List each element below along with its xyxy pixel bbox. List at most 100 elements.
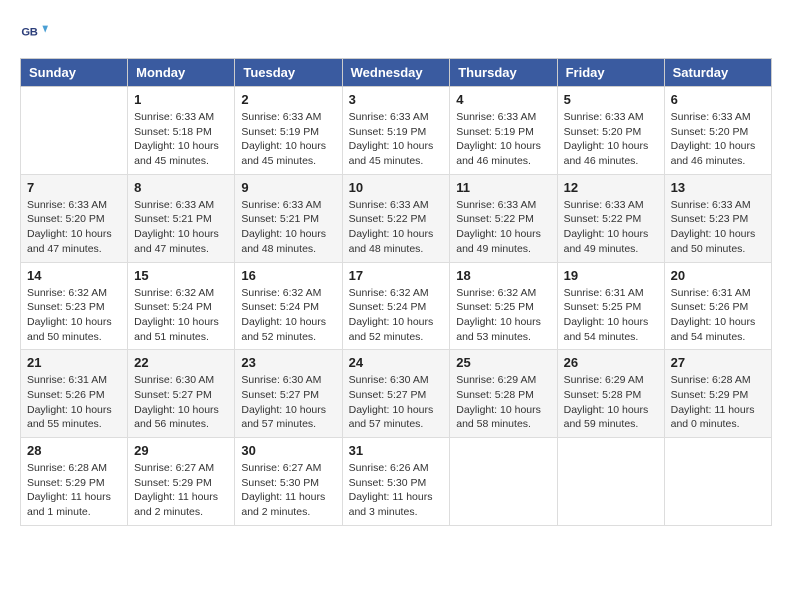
week-row-5: 28 Sunrise: 6:28 AMSunset: 5:29 PMDayligh… [21,438,772,526]
day-info: Sunrise: 6:26 AMSunset: 5:30 PMDaylight:… [349,461,444,520]
day-info: Sunrise: 6:33 AMSunset: 5:20 PMDaylight:… [564,110,658,169]
day-number: 14 [27,268,121,283]
day-info: Sunrise: 6:33 AMSunset: 5:21 PMDaylight:… [134,198,228,257]
day-number: 12 [564,180,658,195]
page-header: G B [20,20,772,48]
day-cell: 23Sunrise: 6:30 AMSunset: 5:27 PMDayligh… [235,350,342,438]
day-info: Sunrise: 6:27 AMSunset: 5:30 PMDaylight:… [241,461,335,520]
day-cell: 12 Sunrise: 6:33 AMSunset: 5:22 PMDayligh… [557,174,664,262]
day-cell: 15 Sunrise: 6:32 AMSunset: 5:24 PMDayligh… [128,262,235,350]
day-info: Sunrise: 6:33 AMSunset: 5:20 PMDaylight:… [671,110,765,169]
day-number: 2 [241,92,335,107]
day-number: 7 [27,180,121,195]
day-cell: 16 Sunrise: 6:32 AMSunset: 5:24 PMDayligh… [235,262,342,350]
day-number: 4 [456,92,550,107]
day-number: 18 [456,268,550,283]
day-number: 16 [241,268,335,283]
day-info: Sunrise: 6:33 AMSunset: 5:22 PMDaylight:… [349,198,444,257]
day-number: 5 [564,92,658,107]
day-number: 17 [349,268,444,283]
day-cell: 4Sunrise: 6:33 AMSunset: 5:19 PMDaylight… [450,87,557,175]
day-info: Sunrise: 6:33 AMSunset: 5:22 PMDaylight:… [564,198,658,257]
col-header-tuesday: Tuesday [235,59,342,87]
calendar-table: SundayMondayTuesdayWednesdayThursdayFrid… [20,58,772,526]
day-cell: 18 Sunrise: 6:32 AMSunset: 5:25 PMDayligh… [450,262,557,350]
day-cell: 13Sunrise: 6:33 AMSunset: 5:23 PMDayligh… [664,174,771,262]
day-number: 25 [456,355,550,370]
day-cell [557,438,664,526]
day-info: Sunrise: 6:32 AMSunset: 5:24 PMDaylight:… [241,286,335,345]
day-info: Sunrise: 6:32 AMSunset: 5:24 PMDaylight:… [349,286,444,345]
day-info: Sunrise: 6:33 AMSunset: 5:22 PMDaylight:… [456,198,550,257]
day-info: Sunrise: 6:31 AMSunset: 5:26 PMDaylight:… [27,373,121,432]
col-header-sunday: Sunday [21,59,128,87]
day-number: 13 [671,180,765,195]
day-number: 24 [349,355,444,370]
day-cell: 7 Sunrise: 6:33 AMSunset: 5:20 PMDaylight… [21,174,128,262]
col-header-thursday: Thursday [450,59,557,87]
day-cell: 8 Sunrise: 6:33 AMSunset: 5:21 PMDaylight… [128,174,235,262]
day-number: 9 [241,180,335,195]
day-cell: 27Sunrise: 6:28 AMSunset: 5:29 PMDayligh… [664,350,771,438]
svg-text:B: B [30,26,38,38]
day-number: 19 [564,268,658,283]
day-cell: 28 Sunrise: 6:28 AMSunset: 5:29 PMDayligh… [21,438,128,526]
day-number: 21 [27,355,121,370]
col-header-wednesday: Wednesday [342,59,450,87]
day-number: 29 [134,443,228,458]
day-cell: 2 Sunrise: 6:33 AMSunset: 5:19 PMDaylight… [235,87,342,175]
day-cell: 3Sunrise: 6:33 AMSunset: 5:19 PMDaylight… [342,87,450,175]
day-cell: 9 Sunrise: 6:33 AMSunset: 5:21 PMDaylight… [235,174,342,262]
day-number: 20 [671,268,765,283]
day-cell [450,438,557,526]
col-header-friday: Friday [557,59,664,87]
day-info: Sunrise: 6:31 AMSunset: 5:26 PMDaylight:… [671,286,765,345]
day-cell: 20 Sunrise: 6:31 AMSunset: 5:26 PMDayligh… [664,262,771,350]
col-header-saturday: Saturday [664,59,771,87]
day-cell: 24 Sunrise: 6:30 AMSunset: 5:27 PMDayligh… [342,350,450,438]
day-info: Sunrise: 6:33 AMSunset: 5:21 PMDaylight:… [241,198,335,257]
day-info: Sunrise: 6:30 AMSunset: 5:27 PMDaylight:… [134,373,228,432]
day-info: Sunrise: 6:33 AMSunset: 5:20 PMDaylight:… [27,198,121,257]
day-cell: 10 Sunrise: 6:33 AMSunset: 5:22 PMDayligh… [342,174,450,262]
day-cell: 1Sunrise: 6:33 AMSunset: 5:18 PMDaylight… [128,87,235,175]
day-number: 27 [671,355,765,370]
day-number: 6 [671,92,765,107]
day-info: Sunrise: 6:33 AMSunset: 5:19 PMDaylight:… [241,110,335,169]
day-info: Sunrise: 6:27 AMSunset: 5:29 PMDaylight:… [134,461,228,520]
day-cell: 14 Sunrise: 6:32 AMSunset: 5:23 PMDayligh… [21,262,128,350]
day-cell: 29 Sunrise: 6:27 AMSunset: 5:29 PMDayligh… [128,438,235,526]
day-info: Sunrise: 6:32 AMSunset: 5:23 PMDaylight:… [27,286,121,345]
day-number: 22 [134,355,228,370]
day-number: 31 [349,443,444,458]
day-info: Sunrise: 6:32 AMSunset: 5:25 PMDaylight:… [456,286,550,345]
day-number: 23 [241,355,335,370]
day-cell: 22 Sunrise: 6:30 AMSunset: 5:27 PMDayligh… [128,350,235,438]
day-info: Sunrise: 6:29 AMSunset: 5:28 PMDaylight:… [456,373,550,432]
day-number: 30 [241,443,335,458]
day-number: 15 [134,268,228,283]
calendar-header-row: SundayMondayTuesdayWednesdayThursdayFrid… [21,59,772,87]
day-cell: 30 Sunrise: 6:27 AMSunset: 5:30 PMDayligh… [235,438,342,526]
day-cell: 25 Sunrise: 6:29 AMSunset: 5:28 PMDayligh… [450,350,557,438]
day-number: 3 [349,92,444,107]
day-cell: 5 Sunrise: 6:33 AMSunset: 5:20 PMDaylight… [557,87,664,175]
day-cell: 11Sunrise: 6:33 AMSunset: 5:22 PMDayligh… [450,174,557,262]
logo: G B [20,20,52,48]
col-header-monday: Monday [128,59,235,87]
day-number: 26 [564,355,658,370]
day-cell [21,87,128,175]
day-cell: 17 Sunrise: 6:32 AMSunset: 5:24 PMDayligh… [342,262,450,350]
week-row-3: 14 Sunrise: 6:32 AMSunset: 5:23 PMDayligh… [21,262,772,350]
day-cell: 31 Sunrise: 6:26 AMSunset: 5:30 PMDayligh… [342,438,450,526]
day-info: Sunrise: 6:31 AMSunset: 5:25 PMDaylight:… [564,286,658,345]
day-info: Sunrise: 6:28 AMSunset: 5:29 PMDaylight:… [27,461,121,520]
day-info: Sunrise: 6:32 AMSunset: 5:24 PMDaylight:… [134,286,228,345]
day-number: 28 [27,443,121,458]
day-info: Sunrise: 6:30 AMSunset: 5:27 PMDaylight:… [349,373,444,432]
day-info: Sunrise: 6:29 AMSunset: 5:28 PMDaylight:… [564,373,658,432]
day-number: 8 [134,180,228,195]
day-cell: 19 Sunrise: 6:31 AMSunset: 5:25 PMDayligh… [557,262,664,350]
week-row-2: 7 Sunrise: 6:33 AMSunset: 5:20 PMDaylight… [21,174,772,262]
day-number: 10 [349,180,444,195]
